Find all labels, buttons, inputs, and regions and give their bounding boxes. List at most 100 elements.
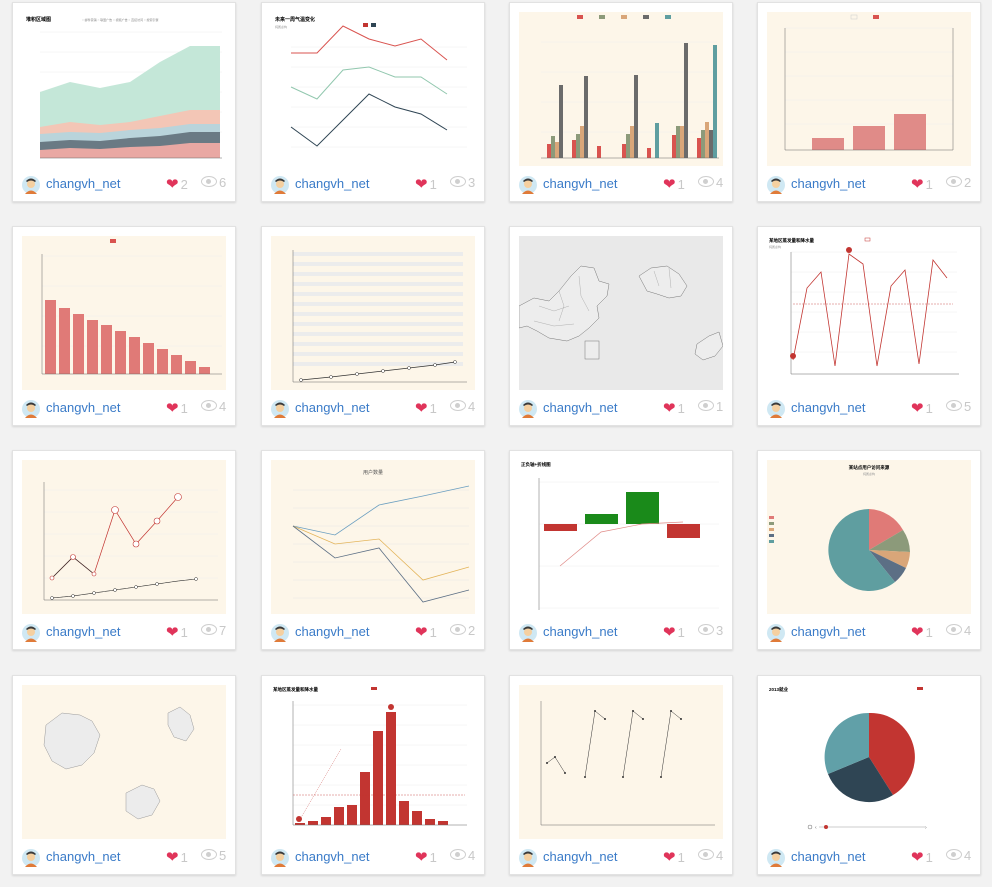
chart-title: 堆积区域图 [26, 16, 51, 23]
author-link[interactable]: changvh_net [295, 176, 369, 191]
sorted-bar-chart [41, 239, 222, 375]
chart-thumbnail[interactable]: 某站点用户访问来源 纯属虚构 [767, 460, 971, 614]
like-button[interactable]: ❤ 1 [415, 175, 437, 193]
chart-thumbnail[interactable]: 正负轴+折线图 [519, 460, 723, 614]
avatar[interactable] [519, 624, 537, 642]
avatar[interactable] [271, 400, 289, 418]
chart-card-3[interactable]: changvh_net ❤ 1 4 [509, 2, 733, 202]
avatar[interactable] [271, 624, 289, 642]
segment-line-chart [540, 701, 715, 826]
chart-thumbnail[interactable] [519, 236, 723, 390]
chart-card-6[interactable]: changvh_net ❤ 1 4 [261, 226, 485, 426]
avatar[interactable] [767, 400, 785, 418]
like-button[interactable]: ❤ 1 [166, 399, 188, 417]
line-markers-chart [43, 482, 218, 601]
chart-card-9[interactable]: changvh_net ❤ 1 7 [12, 450, 236, 650]
chart-title: 未来一周气温变化 [274, 16, 315, 23]
eye-icon [450, 176, 466, 187]
avatar[interactable] [22, 849, 40, 867]
striped-line-chart [292, 250, 467, 383]
avatar[interactable] [519, 400, 537, 418]
chart-card-12[interactable]: 某站点用户访问来源 纯属虚构 changvh_net ❤ 1 4 [757, 450, 981, 650]
chart-card-1[interactable]: 堆积区域图 ○ 邮件营销 ○ 联盟广告 ○ 视频广告 ○ 直接访问 ○ 搜索引擎… [12, 2, 236, 202]
chart-thumbnail[interactable] [22, 685, 226, 839]
avatar[interactable] [271, 849, 289, 867]
chart-thumbnail[interactable] [519, 12, 723, 166]
chart-card-7[interactable]: changvh_net ❤ 1 1 [509, 226, 733, 426]
author-link[interactable]: changvh_net [46, 624, 120, 639]
chart-title: 用户数量 [363, 469, 383, 476]
view-count: 4 [946, 623, 971, 638]
like-button[interactable]: ❤ 1 [166, 848, 188, 866]
author-link[interactable]: changvh_net [295, 849, 369, 864]
chart-card-4[interactable]: changvh_net ❤ 1 2 [757, 2, 981, 202]
author-link[interactable]: changvh_net [46, 849, 120, 864]
chart-thumbnail[interactable]: 2013就业 ‹ › [767, 685, 971, 839]
chart-card-15[interactable]: changvh_net ❤ 1 4 [509, 675, 733, 875]
like-count: 1 [429, 850, 437, 865]
author-link[interactable]: changvh_net [46, 176, 120, 191]
author-link[interactable]: changvh_net [543, 400, 617, 415]
avatar[interactable] [271, 176, 289, 194]
like-button[interactable]: ❤ 1 [911, 399, 933, 417]
avatar[interactable] [519, 849, 537, 867]
like-button[interactable]: ❤ 1 [166, 623, 188, 641]
grouped-bar-chart [541, 15, 719, 159]
like-button[interactable]: ❤ 1 [663, 848, 685, 866]
avatar[interactable] [22, 176, 40, 194]
eye-icon [450, 849, 466, 860]
chart-thumbnail[interactable]: 用户数量 [271, 460, 475, 614]
avatar[interactable] [22, 624, 40, 642]
chart-title: 某地区蒸发量和降水量 [272, 686, 318, 693]
like-button[interactable]: ❤ 1 [663, 623, 685, 641]
avatar[interactable] [767, 176, 785, 194]
like-button[interactable]: ❤ 1 [415, 399, 437, 417]
avatar[interactable] [767, 624, 785, 642]
chart-thumbnail[interactable] [22, 460, 226, 614]
card-footer: changvh_net ❤ 1 4 [758, 842, 980, 874]
chart-thumbnail[interactable]: 堆积区域图 ○ 邮件营销 ○ 联盟广告 ○ 视频广告 ○ 直接访问 ○ 搜索引擎 [22, 12, 226, 166]
like-button[interactable]: ❤ 1 [415, 623, 437, 641]
author-link[interactable]: changvh_net [295, 400, 369, 415]
chart-card-13[interactable]: changvh_net ❤ 1 5 [12, 675, 236, 875]
chart-card-11[interactable]: 正负轴+折线图 changvh_net ❤ 1 3 [509, 450, 733, 650]
like-button[interactable]: ❤ 1 [911, 623, 933, 641]
author-link[interactable]: changvh_net [543, 624, 617, 639]
chart-card-5[interactable]: changvh_net ❤ 1 4 [12, 226, 236, 426]
chart-thumbnail[interactable] [271, 236, 475, 390]
heart-icon: ❤ [415, 624, 428, 641]
card-footer: changvh_net ❤ 1 3 [262, 169, 484, 201]
author-link[interactable]: changvh_net [791, 176, 865, 191]
avatar[interactable] [767, 849, 785, 867]
author-link[interactable]: changvh_net [791, 624, 865, 639]
view-count-value: 2 [468, 623, 476, 638]
chart-thumbnail[interactable]: 某地区蒸发量和降水量 [271, 685, 475, 839]
chart-thumbnail[interactable] [22, 236, 226, 390]
heart-icon: ❤ [415, 400, 428, 417]
chart-thumbnail[interactable]: 某地区蒸发量和降水量 纯属虚构 [767, 236, 971, 390]
like-button[interactable]: ❤ 1 [911, 848, 933, 866]
author-link[interactable]: changvh_net [46, 400, 120, 415]
like-button[interactable]: ❤ 1 [415, 848, 437, 866]
like-button[interactable]: ❤ 1 [663, 175, 685, 193]
like-button[interactable]: ❤ 1 [911, 175, 933, 193]
author-link[interactable]: changvh_net [543, 176, 617, 191]
like-button[interactable]: ❤ 2 [166, 175, 188, 193]
card-footer: changvh_net ❤ 2 6 [13, 169, 235, 201]
avatar[interactable] [519, 176, 537, 194]
avatar[interactable] [22, 400, 40, 418]
chart-card-8[interactable]: 某地区蒸发量和降水量 纯属虚构 changvh_net ❤ 1 5 [757, 226, 981, 426]
chart-card-14[interactable]: 某地区蒸发量和降水量 changvh_net ❤ 1 4 [261, 675, 485, 875]
author-link[interactable]: changvh_net [543, 849, 617, 864]
author-link[interactable]: changvh_net [791, 400, 865, 415]
chart-card-16[interactable]: 2013就业 ‹ › changvh_net ❤ 1 4 [757, 675, 981, 875]
author-link[interactable]: changvh_net [791, 849, 865, 864]
chart-card-10[interactable]: 用户数量 changvh_net ❤ 1 2 [261, 450, 485, 650]
chart-thumbnail[interactable]: 未来一周气温变化 纯属虚构 [271, 12, 475, 166]
chart-thumbnail[interactable] [519, 685, 723, 839]
card-footer: changvh_net ❤ 1 2 [758, 169, 980, 201]
author-link[interactable]: changvh_net [295, 624, 369, 639]
chart-thumbnail[interactable] [767, 12, 971, 166]
chart-card-2[interactable]: 未来一周气温变化 纯属虚构 changvh_net ❤ 1 3 [261, 2, 485, 202]
like-button[interactable]: ❤ 1 [663, 399, 685, 417]
